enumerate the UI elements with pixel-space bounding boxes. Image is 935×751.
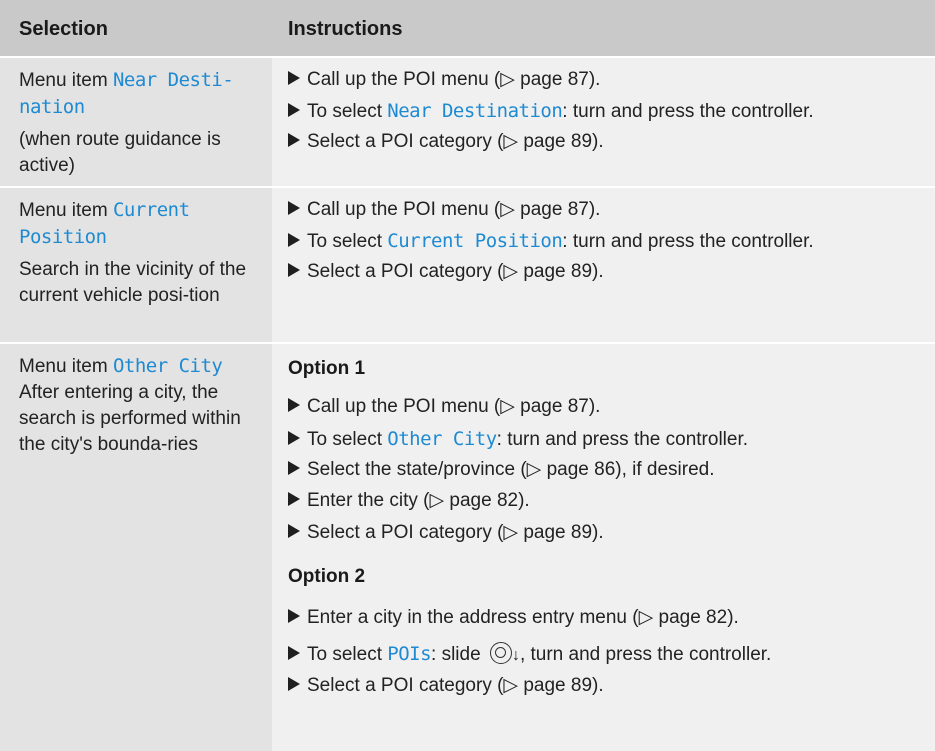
bullet-arrow-icon (288, 608, 300, 623)
table-row: Menu item Other City After entering a ci… (0, 344, 935, 751)
bullet-arrow-icon (288, 102, 300, 117)
selection-text: Menu item Near Desti- nation (19, 69, 234, 118)
list-item: Select the state/province (▷ page 86), i… (288, 457, 715, 483)
menu-item-current-position: Current (112, 199, 190, 221)
list-item: Select a POI category (▷ page 89). (288, 129, 604, 155)
selection-text: Menu item Other City (19, 355, 223, 377)
list-item: To select POIs: slide ↓, turn and press … (288, 641, 771, 669)
list-item: Call up the POI menu (▷ page 87). (288, 394, 600, 420)
list-item: To select Other City: turn and press the… (288, 426, 748, 453)
bullet-arrow-icon (288, 232, 300, 247)
down-arrow-icon: ↓ (511, 647, 520, 664)
table-header: Selection Instructions (0, 0, 935, 56)
bullet-arrow-icon (288, 430, 300, 445)
bullet-arrow-icon (288, 397, 300, 412)
bullet-arrow-icon (288, 200, 300, 215)
bullet-arrow-icon (288, 262, 300, 277)
bullet-arrow-icon (288, 132, 300, 147)
bullet-arrow-icon (288, 460, 300, 475)
table-row: Menu item Current Position Search in the… (0, 188, 935, 342)
list-item: Select a POI category (▷ page 89). (288, 673, 604, 699)
bullet-arrow-icon (288, 523, 300, 538)
bullet-arrow-icon (288, 491, 300, 506)
bullet-arrow-icon (288, 676, 300, 691)
list-item: Enter the city (▷ page 82). (288, 488, 530, 514)
controller-slide-down-icon (489, 641, 512, 664)
list-item: To select Current Position: turn and pre… (288, 228, 814, 255)
list-item: Select a POI category (▷ page 89). (288, 259, 604, 285)
header-selection: Selection (19, 18, 108, 40)
list-item: Select a POI category (▷ page 89). (288, 520, 604, 546)
menu-item-other-city: Other City (112, 355, 223, 377)
row-divider (0, 186, 935, 188)
selection-description: After entering a city, the search is per… (19, 382, 241, 455)
list-item: Enter a city in the address entry menu (… (288, 605, 739, 631)
bullet-arrow-icon (288, 645, 300, 660)
row-divider (0, 342, 935, 344)
selection-description: Search in the vicinity of the current ve… (19, 259, 247, 306)
option-2-heading: Option 2 (288, 566, 366, 587)
header-instructions: Instructions (288, 18, 403, 40)
bullet-arrow-icon (288, 70, 300, 85)
list-item: Call up the POI menu (▷ page 87). (288, 67, 600, 93)
row-divider (0, 56, 935, 58)
table-row: Menu item Near Desti- nation (when route… (0, 58, 935, 186)
selection-text: Menu item Current Position (19, 199, 190, 248)
list-item: Call up the POI menu (▷ page 87). (288, 197, 600, 223)
option-1-heading: Option 1 (288, 358, 366, 379)
list-item: To select Near Destination: turn and pre… (288, 98, 814, 125)
menu-item-near-destination: Near Desti- (112, 69, 234, 91)
selection-description: (when route guidance is active) (19, 129, 221, 176)
